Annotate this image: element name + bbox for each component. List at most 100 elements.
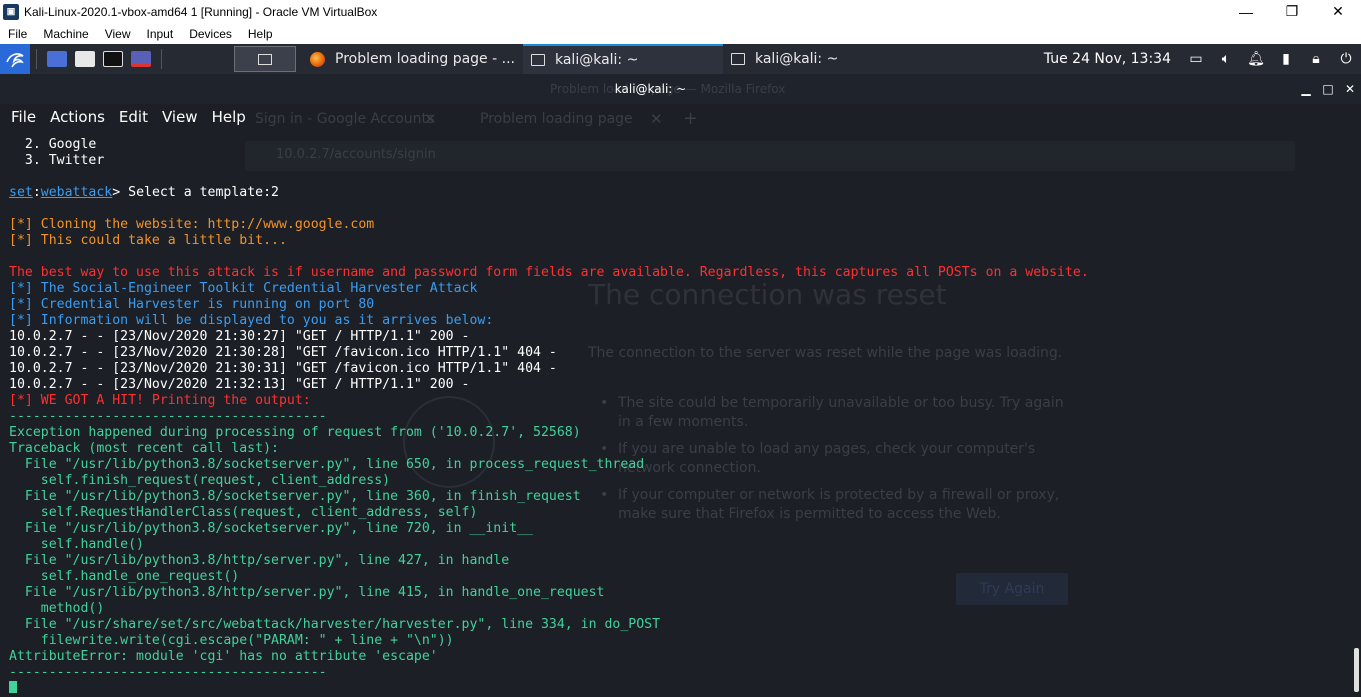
terminal-line: File "/usr/lib/python3.8/http/server.py"… [9, 585, 605, 600]
kali-menu-icon[interactable] [0, 44, 30, 74]
prompt-set: set [9, 185, 33, 200]
terminal-line: 3. Twitter [9, 153, 105, 168]
volume-icon[interactable]: 🔈︎ [1211, 44, 1241, 74]
prompt-command: > Select a template:2 [112, 185, 279, 200]
terminal-line: 10.0.2.7 - - [23/Nov/2020 21:32:13] "GET… [9, 377, 470, 392]
terminal-menu-bar: File Actions Edit View Help [0, 104, 1361, 130]
workspace-switcher[interactable] [234, 46, 296, 72]
lock-icon[interactable]: 🔒︎ [1301, 44, 1331, 74]
close-button[interactable]: ✕ [1315, 0, 1361, 23]
panel-separator [36, 49, 37, 69]
terminal-line: set:webattack> Select a template:2 [9, 185, 1354, 201]
terminal-window-controls: ▁ □ ✕ [1295, 74, 1361, 104]
terminal-scrollbar[interactable] [1354, 648, 1359, 692]
terminal-line: File "/usr/lib/python3.8/http/server.py"… [9, 553, 510, 568]
ghost-tab-close-icon: ✕ [650, 110, 663, 128]
terminal-line: filewrite.write(cgi.escape("PARAM: " + l… [9, 633, 454, 648]
system-tray: ▭ 🔈︎ 🔔︎ ▮ 🔒︎ ⏻ [1181, 44, 1361, 74]
terminal-line: [*] Credential Harvester is running on p… [9, 297, 375, 312]
terminal-line: ---------------------------------------- [9, 409, 327, 424]
taskbar-item-label: kali@kali: ~ [554, 52, 639, 68]
terminal-menu-edit[interactable]: Edit [119, 108, 148, 126]
terminal-title-bar: Problem loading page — Mozilla Firefox k… [0, 74, 1361, 104]
window-controls: — ❐ ✕ [1223, 0, 1361, 23]
kali-top-panel: Problem loading page - ... kali@kali: ~ … [0, 44, 1361, 74]
ghost-new-tab-icon: + [683, 108, 699, 129]
terminal-menu-help[interactable]: Help [212, 108, 246, 126]
terminal-line: Exception happened during processing of … [9, 425, 581, 440]
ghost-tab-close-icon: ✕ [424, 110, 437, 128]
vbox-menu-machine[interactable]: Machine [35, 27, 96, 41]
prompt-module: webattack [40, 185, 113, 200]
vbox-menu-view[interactable]: View [97, 27, 139, 41]
terminal-line: 10.0.2.7 - - [23/Nov/2020 21:30:31] "GET… [9, 361, 557, 376]
terminal-line: AttributeError: module 'cgi' has no attr… [9, 649, 438, 664]
ghost-tab-problem-loading: Problem loading page [480, 111, 633, 127]
terminal-line: File "/usr/lib/python3.8/socketserver.py… [9, 521, 534, 536]
terminal-line: [*] The Social-Engineer Toolkit Credenti… [9, 281, 478, 296]
firefox-icon [310, 51, 325, 67]
terminal-line: [*] WE GOT A HIT! Printing the output: [9, 393, 311, 408]
terminal-menu-view[interactable]: View [162, 108, 198, 126]
virtualbox-title-bar: ▣ Kali-Linux-2020.1-vbox-amd64 1 [Runnin… [0, 0, 1361, 23]
window-title: Kali-Linux-2020.1-vbox-amd64 1 [Running]… [24, 4, 378, 19]
terminal-line: File "/usr/lib/python3.8/socketserver.py… [9, 489, 581, 504]
minimize-button[interactable]: — [1223, 0, 1269, 23]
terminal-output[interactable]: 2. Google 3. Twitter set:webattack> Selec… [9, 137, 1354, 693]
taskbar-item-firefox[interactable]: Problem loading page - ... [302, 44, 523, 74]
terminal-line: self.finish_request(request, client_addr… [9, 473, 391, 488]
terminal-line: File "/usr/share/set/src/webattack/harve… [9, 617, 661, 632]
taskbar-item-terminal-1[interactable]: kali@kali: ~ [522, 44, 723, 74]
terminal-menu-file[interactable]: File [0, 108, 36, 126]
terminal-line: File "/usr/lib/python3.8/socketserver.py… [9, 457, 645, 472]
virtualbox-logo-icon: ▣ [3, 3, 19, 20]
panel-clock[interactable]: Tue 24 Nov, 13:34 [1044, 51, 1171, 67]
terminal-line: ---------------------------------------- [9, 665, 327, 680]
terminal-line: self.RequestHandlerClass(request, client… [9, 505, 478, 520]
terminal-line: The best way to use this attack is if us… [9, 265, 1089, 280]
terminal-line: 2. Google [9, 137, 97, 152]
vbox-menu-help[interactable]: Help [240, 27, 281, 41]
terminal-line: self.handle() [9, 537, 144, 552]
terminal-line: [*] Information will be displayed to you… [9, 313, 494, 328]
prompt-colon: : [32, 185, 41, 200]
terminal-line: [*] This could take a little bit... [9, 233, 287, 248]
battery-icon[interactable]: ▮ [1271, 44, 1301, 74]
terminal-close-button[interactable]: ✕ [1339, 74, 1361, 104]
terminal-line: 10.0.2.7 - - [23/Nov/2020 21:30:27] "GET… [9, 329, 470, 344]
taskbar-item-label: Problem loading page - ... [335, 51, 515, 67]
terminal-cursor [9, 681, 17, 693]
terminal-line: Traceback (most recent call last): [9, 441, 279, 456]
virtualbox-menu-bar: File Machine View Input Devices Help [0, 23, 1361, 44]
screen-recorder-icon[interactable] [127, 44, 155, 74]
vbox-menu-devices[interactable]: Devices [181, 27, 240, 41]
vbox-menu-file[interactable]: File [0, 27, 35, 41]
terminal-minimize-button[interactable]: ▁ [1295, 74, 1317, 104]
terminal-maximize-button[interactable]: □ [1317, 74, 1339, 104]
terminal-line: self.handle_one_request() [9, 569, 240, 584]
display-icon[interactable]: ▭ [1181, 44, 1211, 74]
taskbar-item-terminal-2[interactable]: kali@kali: ~ [723, 44, 846, 74]
notifications-bell-icon[interactable]: 🔔︎ [1241, 44, 1271, 74]
terminal-line: 10.0.2.7 - - [23/Nov/2020 21:30:28] "GET… [9, 345, 557, 360]
taskbar-item-label: kali@kali: ~ [754, 51, 839, 67]
workspace-window-icon [258, 53, 272, 65]
terminal-launcher-icon[interactable] [99, 44, 127, 74]
restore-button[interactable]: ❐ [1269, 0, 1315, 23]
file-manager-icon[interactable] [71, 44, 99, 74]
terminal-icon [730, 53, 745, 65]
terminal-title: kali@kali: ~ [614, 82, 687, 96]
show-desktop-icon[interactable] [43, 44, 71, 74]
terminal-line: method() [9, 601, 105, 616]
terminal-menu-actions[interactable]: Actions [50, 108, 105, 126]
power-icon[interactable]: ⏻ [1331, 44, 1361, 74]
terminal-icon [530, 54, 545, 66]
terminal-line: [*] Cloning the website: http://www.goog… [9, 217, 375, 232]
ghost-tab-google-accounts: Sign in - Google Accounts [255, 111, 435, 127]
vbox-menu-input[interactable]: Input [139, 27, 182, 41]
terminal-line [9, 681, 1354, 697]
panel-separator [161, 49, 162, 69]
